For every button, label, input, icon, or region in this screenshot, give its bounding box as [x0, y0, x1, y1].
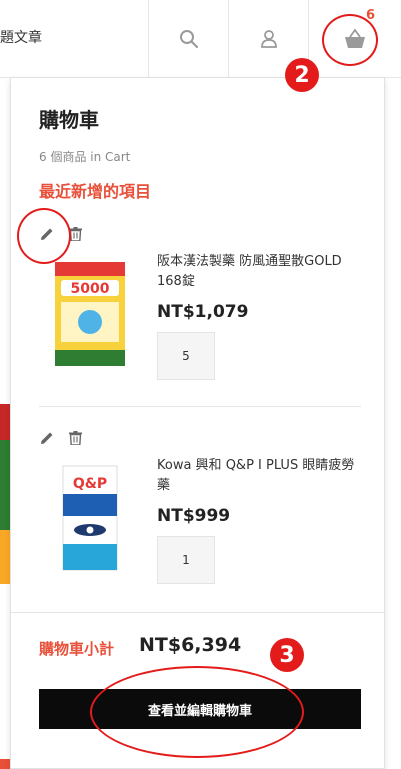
basket-icon: [345, 28, 365, 48]
remove-item-button[interactable]: [67, 430, 83, 446]
pencil-icon: [41, 432, 53, 444]
subtotal-value: NT$6,394: [139, 634, 242, 656]
cart-item-count: 6 個商品 in Cart: [39, 150, 131, 164]
background-banner-edge: [0, 404, 10, 584]
quantity-field[interactable]: 5: [157, 332, 215, 380]
nav-link-articles[interactable]: 題文章: [0, 27, 42, 47]
product-image-text: Q&P: [73, 476, 107, 492]
annotation-badge-2: 2: [285, 58, 319, 92]
pencil-icon: [41, 228, 53, 240]
edit-item-button[interactable]: [39, 430, 55, 446]
cart-title: 購物車: [39, 108, 99, 132]
cart-item: 5000 阪本漢法製藥 防風通聖散GOLD 168錠 NT$1,079 5: [39, 226, 361, 386]
quantity-field[interactable]: 1: [157, 536, 215, 584]
remove-item-button[interactable]: [67, 226, 83, 242]
edit-item-button[interactable]: [39, 226, 55, 242]
search-icon: [179, 30, 198, 49]
page: 題文章 6 購物車 6 個商品 in Cart 最近新增的項目 5000 阪本漢…: [0, 0, 401, 769]
cart-count-badge: 6: [365, 8, 375, 23]
product-name[interactable]: 阪本漢法製藥 防風通聖散GOLD 168錠: [157, 252, 361, 292]
cart-item: Q&P Kowa 興和 Q&P I PLUS 眼睛疲勞藥 NT$999 1: [39, 430, 361, 590]
recent-items-heading: 最近新增的項目: [39, 182, 152, 201]
product-name[interactable]: Kowa 興和 Q&P I PLUS 眼睛疲勞藥: [157, 456, 361, 496]
item-divider: [39, 406, 361, 407]
product-image[interactable]: Q&P: [49, 464, 131, 572]
trash-icon: [68, 227, 82, 241]
product-price: NT$1,079: [157, 302, 249, 322]
subtotal-divider: [11, 612, 384, 613]
search-button[interactable]: [148, 0, 228, 78]
product-image-text: 5000: [71, 281, 110, 297]
item-actions: [39, 226, 83, 242]
product-image[interactable]: 5000: [49, 260, 131, 368]
user-icon: [260, 30, 277, 48]
mini-cart-panel: 購物車 6 個商品 in Cart 最近新增的項目 5000 阪本漢法製藥 防風…: [10, 78, 385, 769]
annotation-badge-3: 3: [270, 638, 304, 672]
site-header: 題文章 6: [0, 0, 401, 78]
trash-icon: [68, 431, 82, 445]
item-actions: [39, 430, 83, 446]
cart-button[interactable]: 6: [308, 0, 401, 78]
product-price: NT$999: [157, 506, 231, 526]
subtotal-label: 購物車小計: [39, 640, 115, 658]
view-edit-cart-button[interactable]: 查看並編輯購物車: [39, 689, 361, 729]
